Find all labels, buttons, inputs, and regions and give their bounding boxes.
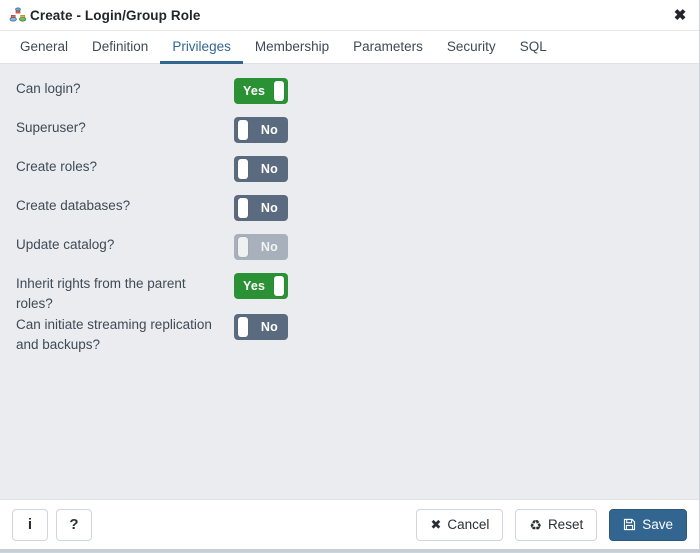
tab-sql[interactable]: SQL	[508, 32, 559, 64]
toggle-knob	[238, 120, 248, 140]
toggle-value-label: No	[260, 162, 278, 176]
toggle-switch: No	[234, 234, 288, 260]
toggle-switch[interactable]: No	[234, 314, 288, 340]
info-button[interactable]: i	[12, 508, 48, 541]
toggle-value-label: Yes	[243, 84, 266, 98]
close-x-icon: ✖	[430, 517, 442, 532]
privilege-row: Inherit rights from the parent roles? Yes	[0, 273, 699, 314]
privilege-control: Yes	[234, 273, 288, 299]
tab-label: SQL	[519, 39, 547, 54]
recycle-icon: ♻	[529, 516, 542, 533]
privilege-label: Create databases?	[16, 198, 131, 213]
privilege-control: Yes	[234, 78, 288, 104]
privilege-control: No	[234, 195, 288, 221]
toggle-value-label: No	[260, 123, 278, 137]
toggle-switch[interactable]: Yes	[234, 273, 288, 299]
privilege-row: Create roles? No	[0, 156, 699, 195]
privilege-row: Superuser? No	[0, 117, 699, 156]
toggle-switch[interactable]: No	[234, 156, 288, 182]
privileges-rows: Can login? Yes Superuser? No Create roles? No…	[0, 78, 699, 355]
dialog-tabbar: General Definition Privileges Membership Par…	[0, 31, 699, 64]
privilege-row: Create databases? No	[0, 195, 699, 234]
privilege-label: Create roles?	[16, 159, 98, 174]
tab-label: Privileges	[172, 39, 231, 54]
tab-privileges[interactable]: Privileges	[160, 32, 243, 64]
dialog-titlebar: Create - Login/Group Role ✖	[0, 0, 699, 31]
reset-button[interactable]: ♻ Reset	[515, 508, 598, 541]
tab-definition[interactable]: Definition	[80, 32, 160, 64]
privilege-label: Update catalog?	[16, 237, 115, 252]
privilege-control: No	[234, 156, 288, 182]
tab-label: General	[20, 39, 69, 54]
privilege-control: No	[234, 117, 288, 143]
privilege-label: Can login?	[16, 81, 81, 96]
toggle-knob	[274, 81, 284, 101]
toggle-knob	[274, 276, 284, 296]
tab-security[interactable]: Security	[435, 32, 508, 64]
privilege-control: No	[234, 314, 288, 340]
toggle-value-label: Yes	[243, 279, 266, 293]
privilege-row: Update catalog? No	[0, 234, 699, 273]
tab-label: Membership	[254, 39, 330, 54]
toggle-switch[interactable]: Yes	[234, 78, 288, 104]
toggle-switch[interactable]: No	[234, 117, 288, 143]
help-button[interactable]: ?	[56, 508, 92, 541]
save-button[interactable]: Save	[609, 508, 687, 541]
privileges-panel: Can login? Yes Superuser? No Create roles? No…	[0, 64, 699, 499]
toggle-knob	[238, 317, 248, 337]
toggle-knob	[238, 198, 248, 218]
close-icon[interactable]: ✖	[669, 4, 691, 26]
tab-label: Security	[446, 39, 496, 54]
footer-right-buttons: ✖ Cancel ♻ Reset Save	[416, 508, 687, 541]
reset-button-label: Reset	[547, 517, 584, 532]
toggle-switch[interactable]: No	[234, 195, 288, 221]
tab-label: Parameters	[353, 39, 423, 54]
tab-parameters[interactable]: Parameters	[341, 32, 435, 64]
bottom-strip	[0, 549, 699, 552]
privilege-label: Can initiate streaming replication and b…	[16, 317, 212, 352]
dialog-footer: i ? ✖ Cancel ♻ Reset Save	[0, 499, 699, 549]
toggle-value-label: No	[260, 320, 278, 334]
privilege-label: Inherit rights from the parent roles?	[16, 276, 186, 311]
tab-general[interactable]: General	[8, 32, 80, 64]
toggle-value-label: No	[260, 201, 278, 215]
create-login-group-role-dialog: Create - Login/Group Role ✖ General Defin…	[0, 0, 700, 553]
footer-left-buttons: i ?	[12, 508, 92, 541]
cancel-button-label: Cancel	[447, 517, 490, 532]
cancel-button[interactable]: ✖ Cancel	[416, 508, 504, 541]
toggle-value-label: No	[260, 240, 278, 254]
question-mark-icon: ?	[69, 516, 79, 533]
toggle-knob	[238, 159, 248, 179]
privilege-control: No	[234, 234, 288, 260]
privilege-label: Superuser?	[16, 120, 86, 135]
toggle-knob	[238, 237, 248, 257]
dialog-title: Create - Login/Group Role	[30, 7, 201, 23]
floppy-disk-icon	[623, 518, 636, 531]
save-button-label: Save	[642, 517, 673, 532]
privilege-row: Can login? Yes	[0, 78, 699, 117]
login-group-role-icon	[9, 7, 27, 22]
tab-label: Definition	[92, 39, 149, 54]
tab-membership[interactable]: Membership	[243, 32, 341, 64]
info-icon: i	[27, 516, 33, 533]
privilege-row: Can initiate streaming replication and b…	[0, 314, 699, 355]
